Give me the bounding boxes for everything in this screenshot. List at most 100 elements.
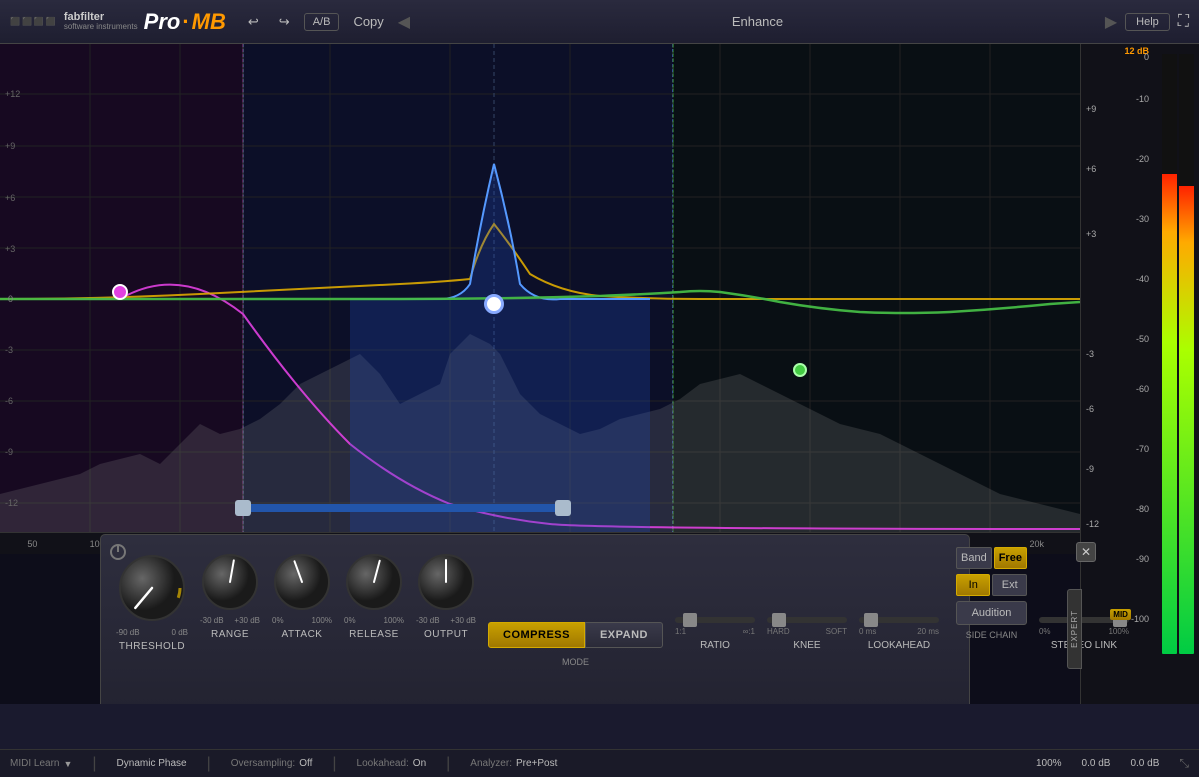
undo-button[interactable]: ↩	[242, 12, 265, 32]
release-label: RELEASE	[349, 629, 399, 640]
vu-meter	[1162, 54, 1194, 654]
vu-bar-left	[1162, 54, 1177, 654]
release-group: 0% 100% RELEASE	[344, 552, 404, 640]
release-knob[interactable]	[344, 552, 404, 612]
db-right-label-70: -70	[1136, 444, 1149, 454]
release-min: 0%	[344, 616, 356, 625]
handle-green[interactable]	[793, 363, 807, 377]
handle-pink[interactable]	[112, 284, 128, 300]
attack-knob[interactable]	[272, 552, 332, 612]
lookahead-status-label: Lookahead:	[357, 758, 409, 769]
free-button[interactable]: Free	[994, 547, 1027, 569]
db-right-label-50: -50	[1136, 334, 1149, 344]
svg-text:+3: +3	[5, 244, 15, 254]
resize-handle[interactable]: ⤡	[1179, 756, 1189, 771]
level1-value: 0.0 dB	[1082, 758, 1111, 769]
output-knob[interactable]	[416, 552, 476, 612]
svg-text:+12: +12	[5, 89, 20, 99]
zoom-value[interactable]: 100%	[1036, 758, 1062, 769]
status-bar: MIDI Learn ▼ | Dynamic Phase | Oversampl…	[0, 749, 1199, 777]
ratio-max: ∞:1	[743, 627, 755, 636]
db-right-label-10: -10	[1136, 94, 1149, 104]
knee-label: KNEE	[793, 640, 820, 651]
handle-blue[interactable]	[484, 294, 504, 314]
svg-text:-3: -3	[5, 345, 13, 355]
db-right-label-40: -40	[1136, 274, 1149, 284]
logo-pro: Pro	[144, 9, 181, 35]
release-range: 0% 100%	[344, 616, 404, 625]
svg-text:-9: -9	[5, 447, 13, 457]
range-bar[interactable]	[243, 504, 563, 512]
compress-button[interactable]: COMPRESS	[488, 622, 585, 648]
midi-dropdown[interactable]: ▼	[63, 759, 72, 769]
lookahead-slider-group: 0 ms 20 ms LOOKAHEAD	[859, 617, 939, 651]
help-button[interactable]: Help	[1125, 13, 1170, 31]
redo-button[interactable]: ↪	[273, 12, 296, 32]
stereolink-min: 0%	[1039, 627, 1051, 636]
oversampling-value[interactable]: Off	[299, 758, 312, 769]
knee-max: SOFT	[826, 627, 847, 636]
lookahead-thumb[interactable]	[864, 613, 878, 627]
logo-mb: MB	[192, 9, 226, 35]
freq-display[interactable]: +12 +9 +6 +3 0 -3 -6 -9 -12	[0, 44, 1080, 554]
lookahead-track[interactable]	[859, 617, 939, 623]
power-icon	[109, 543, 127, 561]
db-scale: 12 dB 0 -10 -20 -30 -40 -50 -60 -70 -80 …	[1080, 44, 1199, 704]
output-range: -30 dB +30 dB	[416, 616, 476, 625]
sidechain-section: ▼ Band Free In Ext Audition SIDE CHAIN	[956, 547, 1027, 640]
vu-bar-right	[1179, 54, 1194, 654]
knee-group: HARD SOFT KNEE	[767, 617, 847, 651]
vu-fill-left	[1162, 174, 1177, 654]
knee-thumb[interactable]	[772, 613, 786, 627]
svg-text:0: 0	[8, 294, 13, 304]
analyzer-value[interactable]: Pre+Post	[516, 758, 557, 769]
left-db-n9: -9	[1086, 464, 1094, 474]
in-button[interactable]: In	[956, 574, 990, 596]
threshold-group: -90 dB 0 dB THRESHOLD	[116, 552, 188, 652]
db-right-label-20: -20	[1136, 154, 1149, 164]
oversampling-item: Oversampling: Off	[231, 758, 313, 769]
attack-range: 0% 100%	[272, 616, 332, 625]
lookahead-min: 0 ms	[859, 627, 876, 636]
stereolink-section: MID 0% 100% STEREO LINK	[1039, 617, 1129, 651]
lookahead-max: 20 ms	[917, 627, 939, 636]
knee-track[interactable]	[767, 617, 847, 623]
svg-text:+6: +6	[5, 193, 15, 203]
stereolink-track[interactable]: MID	[1039, 617, 1129, 623]
left-db-6: +6	[1086, 164, 1096, 174]
svg-text:+9: +9	[5, 141, 15, 151]
ext-button[interactable]: Ext	[992, 574, 1026, 596]
threshold-range: -90 dB 0 dB	[116, 628, 188, 637]
fullscreen-button[interactable]: ⛶	[1178, 13, 1189, 31]
range-knob[interactable]	[200, 552, 260, 612]
range-min: -30 dB	[200, 616, 224, 625]
lookahead-status-value[interactable]: On	[413, 758, 426, 769]
power-button-area[interactable]	[109, 543, 127, 566]
stereolink-range: 0% 100%	[1039, 627, 1129, 636]
ratio-thumb[interactable]	[683, 613, 697, 627]
ab-button[interactable]: A/B	[304, 13, 340, 31]
expand-button[interactable]: EXPAND	[585, 622, 663, 648]
attack-label: ATTACK	[282, 629, 323, 640]
left-db-3: +3	[1086, 229, 1096, 239]
mid-badge: MID	[1110, 609, 1131, 620]
band-button[interactable]: Band	[956, 547, 992, 569]
close-panel-button[interactable]: ✕	[1076, 542, 1096, 562]
audition-button[interactable]: Audition	[956, 601, 1027, 625]
knee-min: HARD	[767, 627, 790, 636]
logo-subtitle: software instruments	[64, 23, 138, 31]
expert-tab[interactable]: EXPERT	[1067, 589, 1082, 669]
logo-dots: ⬛⬛⬛⬛	[10, 17, 58, 26]
in-ext-row: In Ext	[956, 574, 1027, 596]
threshold-label: THRESHOLD	[119, 641, 185, 652]
copy-button[interactable]: Copy	[347, 12, 389, 31]
db-right-label-100: -100	[1131, 614, 1149, 624]
main-display: +12 +9 +6 +3 0 -3 -6 -9 -12 50 100 200 5…	[0, 44, 1199, 704]
ratio-track[interactable]	[675, 617, 755, 623]
stereolink-label: STEREO LINK	[1051, 640, 1117, 651]
release-max: 100%	[384, 616, 404, 625]
lookahead-slider-label: LOOKAHEAD	[868, 640, 930, 651]
attack-max: 100%	[312, 616, 332, 625]
left-db-n6: -6	[1086, 404, 1094, 414]
sidechain-label: SIDE CHAIN	[956, 630, 1027, 640]
